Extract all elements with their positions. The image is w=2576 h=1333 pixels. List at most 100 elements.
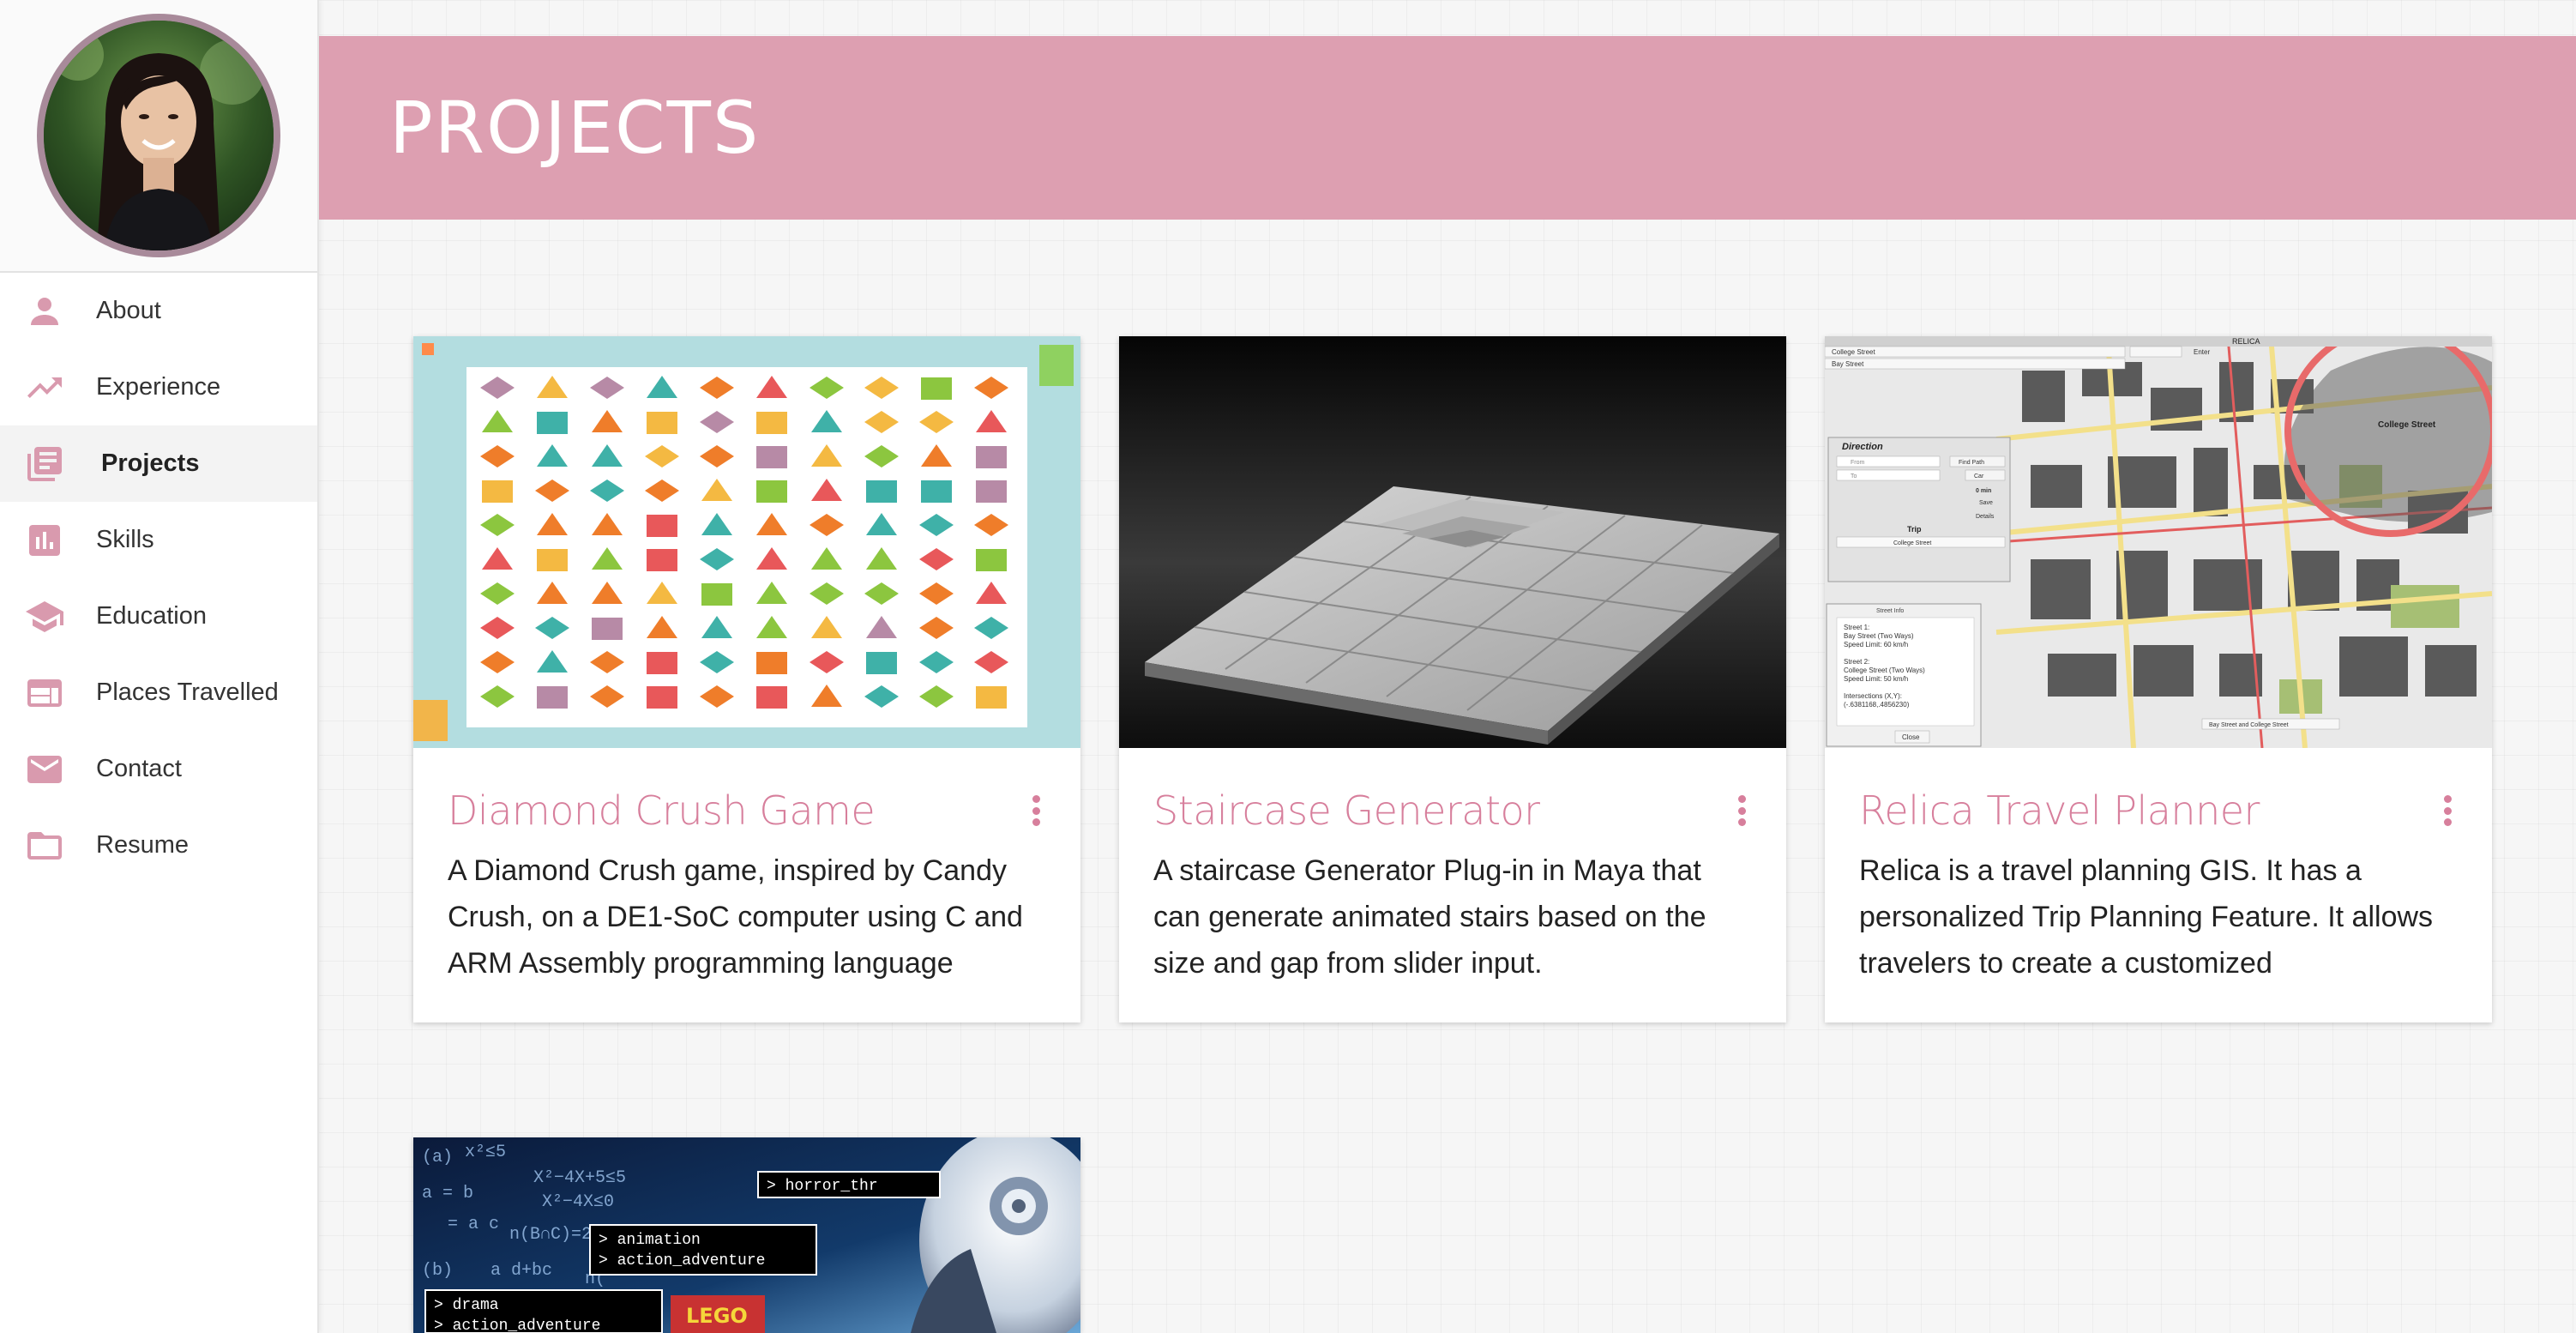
game-tile (921, 377, 952, 400)
profile-photo (44, 21, 274, 250)
sidebar: About Experience Projects Skills Educati… (0, 0, 319, 1333)
page-header: PROJECTS (319, 36, 2576, 220)
map-mode-select: Car (1974, 473, 1984, 480)
project-description: A Diamond Crush game, inspired by Candy … (448, 854, 1023, 980)
project-image[interactable] (413, 336, 1080, 748)
person-icon (24, 291, 65, 332)
map-bottom-label: Bay Street and College Street (2209, 722, 2289, 728)
sidebar-item-label: Places Travelled (96, 679, 279, 706)
library-books-icon (24, 443, 65, 485)
project-card-relica[interactable]: College Street RELICA College Street Ent… (1825, 336, 2492, 1022)
mail-icon (24, 749, 65, 790)
game-tile (647, 515, 677, 537)
game-tile (537, 686, 568, 709)
game-tile (756, 412, 787, 434)
game-tile (647, 686, 677, 709)
sidebar-item-education[interactable]: Education (0, 578, 317, 654)
sidebar-item-label: Education (96, 602, 207, 630)
map-search-1: College Street (1832, 348, 1875, 356)
map-intersections: Intersections (X,Y): (1844, 692, 1902, 700)
sidebar-item-label: Experience (96, 373, 221, 401)
svg-text:n(B∩C)=22: n(B∩C)=22 (509, 1225, 602, 1245)
project-image[interactable]: College Street RELICA College Street Ent… (1825, 336, 2492, 748)
game-tile (647, 549, 677, 571)
sidebar-item-label: Skills (96, 526, 154, 553)
map-close-button: Close (1902, 733, 1920, 741)
avatar-container (0, 0, 317, 273)
map-time: 0 min (1976, 488, 1991, 494)
svg-text:a = b: a = b (422, 1184, 473, 1203)
map-search-2: Bay Street (1832, 360, 1864, 368)
map-coords: (-.6381168,.4856230) (1844, 701, 1910, 709)
game-tile (537, 412, 568, 434)
map-callout-label: College Street (2378, 420, 2436, 430)
sidebar-item-skills[interactable]: Skills (0, 502, 317, 578)
game-tile (756, 446, 787, 468)
project-card-ml[interactable]: (a) x²≤5 X²−4X+5≤5 X²−4X≤0 a = b = a c n… (413, 1137, 1080, 1333)
ml-terminal-line-2: > animation (599, 1232, 701, 1249)
game-tile (756, 686, 787, 709)
school-icon (24, 596, 65, 637)
map-panel-title: Direction (1842, 442, 1883, 452)
bar-chart-icon (24, 520, 65, 561)
map-find-path-button: Find Path (1959, 460, 1984, 466)
project-description: Relica is a travel planning GIS. It has … (1859, 854, 2434, 980)
game-tile (592, 618, 623, 640)
map-details-button: Details (1976, 514, 1995, 520)
game-tile (537, 549, 568, 571)
game-tile (976, 480, 1007, 503)
sidebar-item-resume[interactable]: Resume (0, 807, 317, 884)
svg-text:a d+bc: a d+bc (491, 1261, 552, 1281)
sidebar-item-contact[interactable]: Contact (0, 731, 317, 807)
sidebar-item-label: About (96, 297, 161, 324)
project-title[interactable]: Staircase Generator (1153, 787, 1540, 834)
more-vert-icon[interactable] (1731, 790, 1752, 831)
map-app-name: RELICA (2232, 337, 2260, 346)
project-card-staircase[interactable]: Staircase Generator A staircase Generato… (1119, 336, 1786, 1022)
map-street-info-title: Street Info (1876, 608, 1904, 614)
more-vert-icon[interactable] (2437, 790, 2458, 831)
map-speed-1: Speed Limit: 60 km/h (1844, 641, 1908, 648)
game-tile (647, 412, 677, 434)
project-title[interactable]: Relica Travel Planner (1859, 787, 2260, 834)
project-title[interactable]: Diamond Crush Game (448, 787, 876, 834)
web-layout-icon (24, 673, 65, 714)
sidebar-nav: About Experience Projects Skills Educati… (0, 273, 317, 884)
svg-text:X²−4X+5≤5: X²−4X+5≤5 (533, 1168, 626, 1188)
map-enter-button: Enter (2194, 348, 2210, 356)
sidebar-item-experience[interactable]: Experience (0, 349, 317, 425)
page-title: PROJECTS (389, 86, 761, 170)
map-from-field: From (1851, 460, 1865, 466)
ml-terminal-line-5: > action_adventure (434, 1318, 600, 1333)
project-image[interactable] (1119, 336, 1786, 748)
game-tile (921, 480, 952, 503)
sidebar-item-projects[interactable]: Projects (0, 425, 317, 502)
avatar (37, 14, 280, 257)
ml-genre-image: (a) x²≤5 X²−4X+5≤5 X²−4X≤0 a = b = a c n… (413, 1137, 1080, 1333)
trending-up-icon (24, 367, 65, 408)
diamond-game-screenshot (413, 336, 1080, 748)
more-vert-icon[interactable] (1026, 790, 1046, 831)
map-street-2: Street 2: (1844, 658, 1869, 666)
project-card-diamond-crush[interactable]: Diamond Crush Game A Diamond Crush game,… (413, 336, 1080, 1022)
game-tile (976, 549, 1007, 571)
folder-icon (24, 825, 65, 866)
game-tile (756, 652, 787, 674)
sidebar-item-about[interactable]: About (0, 273, 317, 349)
map-trip-label: Trip (1907, 525, 1922, 534)
project-image[interactable]: (a) x²≤5 X²−4X+5≤5 X²−4X≤0 a = b = a c n… (413, 1137, 1080, 1333)
svg-text:x²≤5: x²≤5 (465, 1143, 506, 1162)
sidebar-item-places-travelled[interactable]: Places Travelled (0, 654, 317, 731)
ml-terminal-line-4: > drama (434, 1297, 499, 1314)
sidebar-item-label: Contact (96, 755, 182, 782)
map-trip-value: College Street (1893, 540, 1931, 546)
game-tile (482, 480, 513, 503)
map-street-1-val: Bay Street (Two Ways) (1844, 632, 1914, 640)
sidebar-item-label: Resume (96, 831, 189, 859)
svg-text:(b): (b) (422, 1261, 453, 1281)
map-speed-2: Speed Limit: 50 km/h (1844, 675, 1908, 683)
game-tile (976, 446, 1007, 468)
game-tile (866, 652, 897, 674)
game-tile (756, 480, 787, 503)
relica-map-screenshot: College Street RELICA College Street Ent… (1825, 336, 2492, 748)
